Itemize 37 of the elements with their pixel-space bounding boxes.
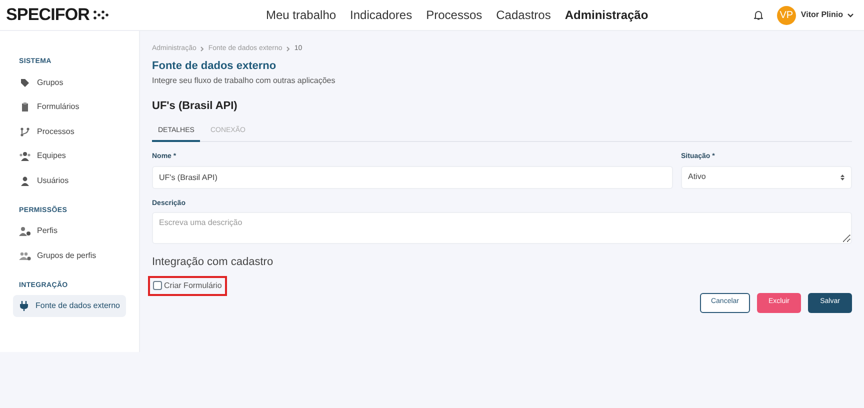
clipboard-icon xyxy=(20,102,30,112)
section-heading: Integração com cadastro xyxy=(152,255,274,270)
sidebar-item[interactable]: Perfis xyxy=(13,220,126,242)
branch-icon xyxy=(20,126,30,136)
tag-icon xyxy=(20,78,30,88)
nav-link[interactable]: Cadastros xyxy=(496,6,551,24)
nav-link[interactable]: Meu trabalho xyxy=(266,6,336,24)
sidebar-item[interactable]: Grupos de perfis xyxy=(13,244,126,266)
sidebar-item[interactable]: Equipes xyxy=(13,145,126,167)
sidebar-item[interactable]: Usuários xyxy=(13,170,126,192)
team-icon xyxy=(19,151,31,161)
record-title: UF's (Brasil API) xyxy=(152,99,238,114)
users-gear-icon xyxy=(19,250,31,260)
chevron-right-icon xyxy=(200,46,204,52)
nav-link[interactable]: Administração xyxy=(564,6,648,24)
name-field[interactable]: UF's (Brasil API) xyxy=(152,166,673,188)
nav-link[interactable]: Indicadores xyxy=(350,6,412,24)
sidebar-item[interactable]: Fonte de dados externo xyxy=(13,295,126,317)
sort-arrows-icon xyxy=(840,174,845,180)
bell-icon[interactable] xyxy=(754,10,763,20)
user-icon xyxy=(20,176,30,186)
user-name[interactable]: Vitor Plinio xyxy=(800,9,843,21)
sidebar-item[interactable]: Formulários xyxy=(13,96,126,118)
logo[interactable]: SPECIFOR xyxy=(6,2,90,28)
chevron-down-icon[interactable] xyxy=(847,12,854,18)
plug-icon xyxy=(19,301,30,311)
create-form-checkbox[interactable]: Criar Formulário xyxy=(153,280,222,292)
description-field[interactable]: Escreva uma descrição xyxy=(152,212,852,244)
nav-link[interactable]: Processos xyxy=(426,6,482,24)
sidebar-item[interactable]: Processos xyxy=(13,120,126,142)
user-gear-icon xyxy=(19,226,31,236)
page-subtitle: Integre seu fluxo de trabalho com outras aplicações xyxy=(152,75,336,87)
page-title: Fonte de dados externo xyxy=(152,58,276,74)
logo-dots-icon xyxy=(92,10,109,20)
chevron-right-icon xyxy=(286,46,290,52)
sidebar-item[interactable]: Grupos xyxy=(13,72,126,94)
status-select[interactable]: Ativo xyxy=(681,166,852,188)
